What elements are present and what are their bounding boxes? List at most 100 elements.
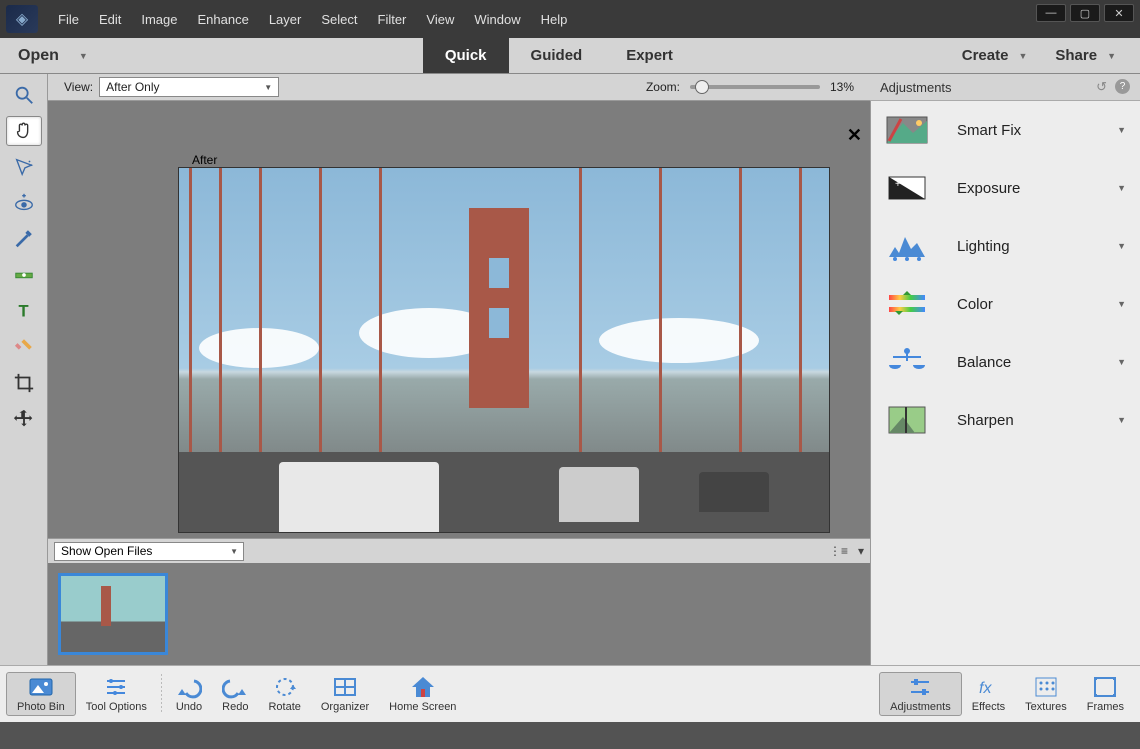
rotate-icon (272, 675, 298, 699)
menu-window[interactable]: Window (464, 8, 530, 31)
whiten-teeth-tool[interactable] (6, 224, 42, 254)
home-icon (410, 675, 436, 699)
adjustment-color[interactable]: Color▼ (871, 275, 1140, 333)
chevron-down-icon: ▼ (1117, 241, 1126, 251)
menu-edit[interactable]: Edit (89, 8, 131, 31)
open-button[interactable]: Open ▼ (0, 38, 170, 73)
bottombar-home-screen[interactable]: Home Screen (379, 673, 466, 715)
bin-dropdown-value: Show Open Files (61, 544, 152, 558)
zoom-label: Zoom: (646, 80, 680, 94)
create-label: Create (962, 47, 1009, 64)
bottombar-textures[interactable]: Textures (1015, 672, 1077, 716)
bottombar-effects[interactable]: fxEffects (962, 672, 1015, 716)
close-window-button[interactable]: ✕ (1104, 4, 1134, 22)
redo-icon (222, 675, 248, 699)
fx-icon: fx (975, 675, 1001, 699)
menu-filter[interactable]: Filter (368, 8, 417, 31)
tab-expert[interactable]: Expert (604, 38, 695, 73)
bin-sort-icon[interactable]: ⋮≡ (829, 544, 848, 558)
bottombar-redo[interactable]: Redo (212, 673, 258, 715)
adjustments-title: Adjustments (880, 80, 952, 95)
spot-heal-tool[interactable] (6, 332, 42, 362)
after-label: After (192, 153, 217, 167)
undo-icon (176, 675, 202, 699)
quick-select-tool[interactable] (6, 152, 42, 182)
app-logo-icon: ◈ (6, 5, 38, 33)
crop-tool[interactable] (6, 368, 42, 398)
bottombar-adjustments[interactable]: Adjustments (879, 672, 962, 716)
create-button[interactable]: Create ▼ (948, 47, 1042, 64)
bottombar-photo-bin[interactable]: Photo Bin (6, 672, 76, 716)
bottombar-organizer[interactable]: Organizer (311, 673, 379, 715)
redeye-tool[interactable] (6, 188, 42, 218)
minimize-button[interactable]: — (1036, 4, 1066, 22)
balance-icon (885, 345, 929, 379)
menu-layer[interactable]: Layer (259, 8, 312, 31)
color-icon (885, 287, 929, 321)
caret-down-icon: ▼ (1018, 51, 1027, 61)
toolopts-icon (103, 675, 129, 699)
toolbox: T (0, 74, 48, 665)
photobin-icon (28, 675, 54, 699)
photo-bin (48, 563, 870, 665)
adjustment-exposure[interactable]: +−Exposure▼ (871, 159, 1140, 217)
photo-thumbnail[interactable] (58, 573, 168, 655)
bin-collapse-icon[interactable]: ▾ (858, 544, 864, 558)
adjustment-smart-fix[interactable]: Smart Fix▼ (871, 101, 1140, 159)
bin-dropdown[interactable]: Show Open Files (54, 542, 244, 561)
view-label: View: (64, 80, 93, 94)
zoom-tool[interactable] (6, 80, 42, 110)
menubar: ◈ FileEditImageEnhanceLayerSelectFilterV… (0, 0, 1140, 38)
adj-icon (907, 675, 933, 699)
photo-bin-bar: Show Open Files ⋮≡ ▾ (48, 538, 870, 563)
smartfix-icon (885, 113, 929, 147)
menu-view[interactable]: View (416, 8, 464, 31)
reset-icon[interactable]: ↺ (1096, 79, 1107, 95)
svg-text:fx: fx (979, 680, 992, 697)
canvas-close-button[interactable]: ✕ (847, 125, 862, 146)
bottombar-frames[interactable]: Frames (1077, 672, 1134, 716)
view-dropdown[interactable]: After Only (99, 77, 279, 97)
tab-guided[interactable]: Guided (509, 38, 605, 73)
help-icon[interactable]: ? (1115, 79, 1130, 94)
hand-tool[interactable] (6, 116, 42, 146)
adjustments-panel: Smart Fix▼+−Exposure▼Lighting▼Color▼Bala… (870, 101, 1140, 665)
canvas-area: ✕ After (48, 101, 870, 538)
bottombar-tool-options[interactable]: Tool Options (76, 672, 157, 716)
organizer-icon (332, 675, 358, 699)
menu-select[interactable]: Select (311, 8, 367, 31)
bottombar-undo[interactable]: Undo (166, 673, 212, 715)
adjustment-balance[interactable]: Balance▼ (871, 333, 1140, 391)
chevron-down-icon: ▼ (1117, 299, 1126, 309)
open-label: Open (18, 47, 59, 65)
svg-text:+: + (895, 179, 901, 190)
move-tool[interactable] (6, 404, 42, 434)
menu-image[interactable]: Image (131, 8, 187, 31)
canvas-image[interactable] (178, 167, 830, 533)
maximize-button[interactable]: ▢ (1070, 4, 1100, 22)
straighten-tool[interactable] (6, 260, 42, 290)
tex-icon (1033, 675, 1059, 699)
adjustments-header: Adjustments ↺ ? (870, 74, 1140, 101)
menu-enhance[interactable]: Enhance (188, 8, 259, 31)
chevron-down-icon: ▼ (1117, 125, 1126, 135)
adjustment-lighting[interactable]: Lighting▼ (871, 217, 1140, 275)
share-button[interactable]: Share▼ (1041, 47, 1130, 64)
svg-text:T: T (18, 303, 28, 321)
adjustment-sharpen[interactable]: Sharpen▼ (871, 391, 1140, 449)
menu-file[interactable]: File (48, 8, 89, 31)
chevron-down-icon: ▼ (1117, 415, 1126, 425)
text-tool[interactable]: T (6, 296, 42, 326)
zoom-value: 13% (830, 80, 854, 94)
options-bar: View: After Only Zoom: 13% (48, 74, 870, 101)
menu-help[interactable]: Help (531, 8, 578, 31)
exposure-icon: +− (885, 171, 929, 205)
bottombar-rotate[interactable]: Rotate (258, 673, 310, 715)
zoom-slider[interactable] (690, 85, 820, 89)
frames-icon (1092, 675, 1118, 699)
zoom-slider-thumb[interactable] (695, 80, 709, 94)
chevron-down-icon: ▼ (1117, 183, 1126, 193)
bottom-bar: Photo BinTool Options UndoRedoRotateOrga… (0, 665, 1140, 722)
sharpen-icon (885, 403, 929, 437)
tab-quick[interactable]: Quick (423, 38, 509, 73)
